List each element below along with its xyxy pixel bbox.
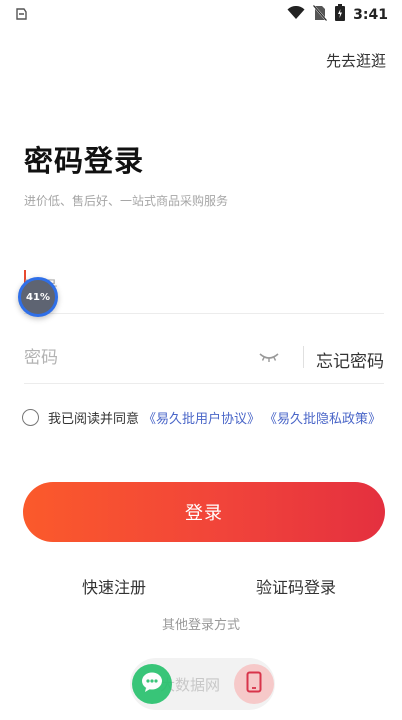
battery-icon xyxy=(335,4,346,25)
status-bar: 3:41 xyxy=(0,0,402,30)
eye-closed-icon[interactable] xyxy=(256,348,282,368)
login-screen: 3:41 先去逛逛 密码登录 进价低、售后好、一站式商品采购服务 41% 忘记密… xyxy=(0,0,402,720)
wechat-icon xyxy=(140,671,164,697)
user-agreement-link[interactable]: 《易久批用户协议》 xyxy=(143,408,260,427)
page-title: 密码登录 xyxy=(24,144,145,178)
phone-login-button[interactable] xyxy=(234,664,274,704)
page-subtitle: 进价低、售后好、一站式商品采购服务 xyxy=(24,194,229,208)
agreement-row: 我已阅读并同意 《易久批用户协议》 《易久批隐私政策》 xyxy=(22,408,381,427)
other-login-bar: 大数据网 xyxy=(130,658,275,710)
quick-register-link[interactable]: 快速注册 xyxy=(82,574,146,598)
no-sim-icon xyxy=(312,3,328,25)
privacy-policy-link[interactable]: 《易久批隐私政策》 xyxy=(264,408,381,427)
phone-icon xyxy=(246,671,262,697)
password-field: 忘记密码 xyxy=(24,332,384,384)
progress-badge[interactable]: 41% xyxy=(18,277,58,317)
other-login-label: 其他登录方式 xyxy=(161,618,240,633)
password-input[interactable] xyxy=(24,340,244,376)
skip-link[interactable]: 先去逛逛 xyxy=(326,50,386,71)
sms-login-link[interactable]: 验证码登录 xyxy=(256,574,336,598)
wechat-login-button[interactable] xyxy=(132,664,172,704)
forgot-password-link[interactable]: 忘记密码 xyxy=(316,347,384,372)
agreement-text: 我已阅读并同意 xyxy=(48,412,140,427)
login-button[interactable]: 登录 xyxy=(23,482,385,542)
agreement-checkbox[interactable] xyxy=(22,409,39,426)
wifi-icon xyxy=(287,5,305,24)
account-field xyxy=(24,262,384,314)
status-icons: 3:41 xyxy=(287,3,388,25)
status-time: 3:41 xyxy=(353,6,388,23)
notification-icon xyxy=(14,6,28,25)
field-divider xyxy=(303,346,304,368)
